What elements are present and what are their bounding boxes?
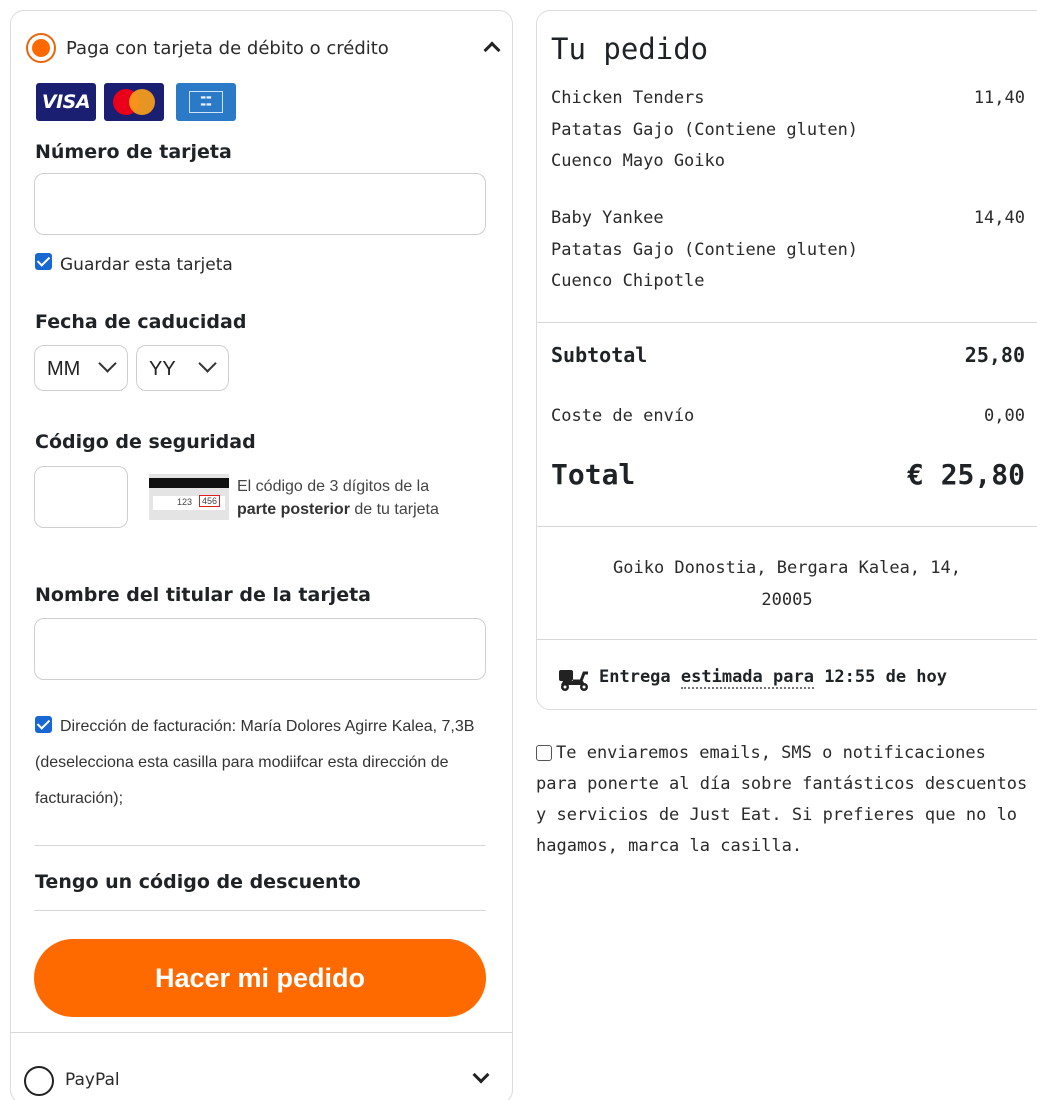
- security-code-help: El código de 3 dígitos de la parte poste…: [237, 478, 439, 518]
- divider: [537, 639, 1037, 640]
- card-payment-radio[interactable]: [26, 33, 56, 63]
- place-order-button[interactable]: Hacer mi pedido: [34, 939, 486, 1017]
- subtotal-value: 25,80: [964, 343, 1025, 367]
- chevron-down-icon[interactable]: [472, 1066, 490, 1084]
- divider: [537, 526, 1037, 527]
- paypal-radio[interactable]: [24, 1066, 54, 1096]
- item-name: Chicken Tenders: [551, 88, 705, 108]
- total-value: € 25,80: [906, 458, 1025, 491]
- discount-code-toggle[interactable]: Tengo un código de descuento: [35, 871, 361, 893]
- paypal-option[interactable]: PayPal: [11, 1033, 512, 1100]
- chevron-down-icon: [98, 354, 117, 373]
- item-option: Patatas Gajo (Contiene gluten): [551, 240, 859, 260]
- card-number-label: Número de tarjeta: [35, 141, 232, 163]
- payment-panel: Paga con tarjeta de débito o crédito VIS…: [10, 10, 513, 1100]
- security-code-input[interactable]: [34, 466, 128, 528]
- item-option: Cuenco Chipotle: [551, 271, 705, 291]
- item-name: Baby Yankee: [551, 208, 664, 228]
- divider: [34, 845, 486, 846]
- chevron-down-icon: [198, 354, 217, 373]
- chevron-up-icon[interactable]: [483, 41, 501, 59]
- order-summary-panel: Tu pedido Chicken Tenders 11,40 Patatas …: [536, 10, 1037, 710]
- marketing-consent: Te enviaremos emails, SMS o notificacion…: [536, 738, 1036, 862]
- expiry-year-select[interactable]: YY: [136, 345, 229, 391]
- cardholder-input[interactable]: [34, 618, 486, 680]
- delivery-estimate-text: Entrega estimada para 12:55 de hoy: [599, 667, 948, 689]
- paypal-label: PayPal: [65, 1070, 120, 1090]
- card-number-input[interactable]: [34, 173, 486, 235]
- cvv-card-illustration: 123 456: [149, 474, 229, 520]
- expiry-year-value: YY: [149, 358, 176, 380]
- item-price: 14,40: [973, 208, 1025, 228]
- visa-logo-text: VISA: [41, 91, 91, 113]
- marketing-consent-checkbox[interactable]: [536, 745, 552, 761]
- amex-logo-icon: ▬▬ ▬▬: [176, 83, 236, 121]
- subtotal-label: Subtotal: [551, 343, 648, 367]
- delivery-scooter-icon: [559, 670, 588, 691]
- expiry-month-value: MM: [47, 358, 81, 380]
- security-code-label: Código de seguridad: [35, 431, 256, 453]
- order-title: Tu pedido: [551, 32, 709, 66]
- cvv-digits-highlight: 456: [199, 495, 221, 507]
- card-payment-option[interactable]: Paga con tarjeta de débito o crédito: [26, 31, 501, 65]
- save-card-label: Guardar esta tarjeta: [60, 255, 233, 275]
- visa-logo-icon: VISA: [36, 83, 96, 121]
- card-payment-label: Paga con tarjeta de débito o crédito: [66, 38, 389, 59]
- mastercard-logo-icon: [104, 83, 164, 121]
- item-option: Cuenco Mayo Goiko: [551, 151, 725, 171]
- total-label: Total: [551, 458, 636, 491]
- expiry-month-select[interactable]: MM: [34, 345, 128, 391]
- expiry-label: Fecha de caducidad: [35, 311, 247, 333]
- marketing-consent-text: Te enviaremos emails, SMS o notificacion…: [536, 743, 1028, 856]
- divider: [34, 910, 486, 911]
- divider: [537, 322, 1037, 323]
- billing-address-text: Dirección de facturación: María Dolores …: [35, 718, 475, 807]
- restaurant-address: Goiko Donostia, Bergara Kalea, 14, 20005: [613, 558, 961, 610]
- item-price: 11,40: [973, 88, 1025, 108]
- cardholder-label: Nombre del titular de la tarjeta: [35, 584, 371, 606]
- cvv-digits-front: 123: [177, 497, 193, 507]
- delivery-fee-label: Coste de envío: [551, 406, 695, 426]
- delivery-estimate: Entrega estimada para 12:55 de hoy: [557, 664, 947, 694]
- item-option: Patatas Gajo (Contiene gluten): [551, 120, 859, 140]
- save-card-checkbox[interactable]: [35, 253, 52, 270]
- delivery-fee-value: 0,00: [984, 406, 1025, 426]
